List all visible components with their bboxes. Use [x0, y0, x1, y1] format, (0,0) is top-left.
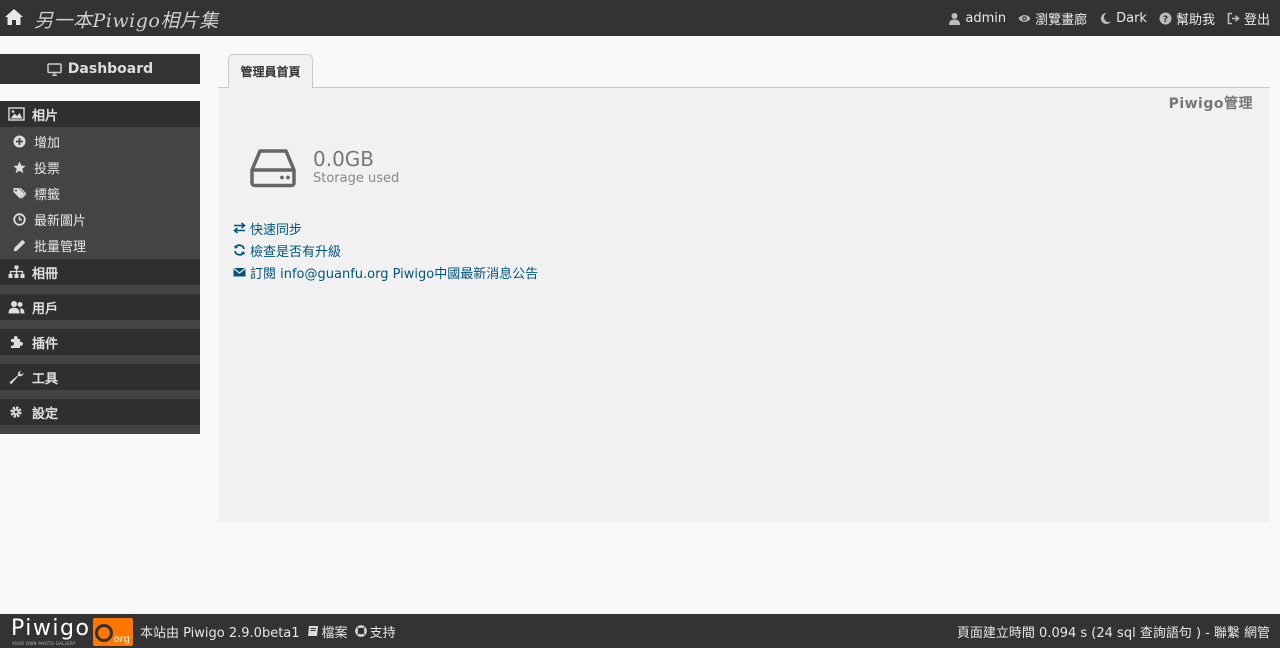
quick-links: 快速同步 檢查是否有升級 訂閱 info@guanfu.org Piwigo中國…	[233, 217, 538, 283]
menu-item-batch-manager-label: 批量管理	[34, 239, 87, 255]
menu-item-recent-photos[interactable]: 最新圖片	[0, 206, 200, 232]
menu-item-batch-manager[interactable]: 批量管理	[0, 232, 200, 258]
photos-submenu: 增加 投票 標籤 最新圖片 批量管理	[0, 127, 200, 259]
dark-theme-toggle[interactable]: Dark	[1099, 11, 1147, 26]
menu-divider	[0, 285, 200, 294]
menu-section-tools[interactable]: 工具	[0, 364, 200, 390]
menu-section-plugins-label: 插件	[32, 336, 59, 352]
clock-icon	[13, 212, 26, 226]
menu-section-users-label: 用戶	[32, 301, 59, 317]
menu-item-rating[interactable]: 投票	[0, 154, 200, 180]
menu-section-tools-label: 工具	[32, 371, 59, 387]
logo-suffix: org	[113, 634, 130, 645]
gear-icon	[10, 406, 22, 418]
dark-theme-label: Dark	[1116, 10, 1147, 26]
menu-section-albums-label: 相冊	[32, 266, 59, 282]
wrench-icon	[9, 370, 24, 384]
star-icon	[13, 161, 26, 173]
page-generation-time: 頁面建立時間 0.094 s (24 sql 查詢語句 ) -	[956, 625, 1210, 641]
storage-used-value: 0.0GB	[313, 147, 375, 171]
subscribe-newsletter-link[interactable]: 訂閱 info@guanfu.org Piwigo中國最新消息公告	[233, 261, 538, 283]
envelope-icon	[233, 268, 246, 277]
menu-item-add-label: 增加	[34, 135, 61, 151]
menu-item-tags[interactable]: 標籤	[0, 180, 200, 206]
docs-link[interactable]: 檔案	[307, 622, 348, 641]
menu-divider	[0, 355, 200, 364]
menu-divider	[0, 320, 200, 329]
menu-section-photos[interactable]: 相片	[0, 101, 200, 127]
main-content: Piwigo管理 0.0GB Storage used 快速同步 檢查是否有升級…	[218, 88, 1269, 522]
menu-item-recent-photos-label: 最新圖片	[34, 213, 87, 229]
sign-out-icon	[1227, 12, 1240, 24]
question-circle-icon: ?	[1159, 12, 1172, 25]
puzzle-icon	[11, 336, 23, 348]
eye-icon	[1018, 14, 1031, 22]
pencil-icon	[13, 239, 26, 251]
exchange-icon	[233, 222, 246, 234]
monitor-icon	[47, 62, 62, 76]
book-icon	[307, 626, 318, 636]
view-gallery-label: 瀏覽畫廊	[1035, 12, 1088, 28]
docs-label: 檔案	[321, 625, 348, 641]
subscribe-newsletter-label: 訂閱 info@guanfu.org Piwigo中國最新消息公告	[250, 266, 539, 282]
menu-item-tags-label: 標籤	[34, 187, 61, 203]
home-icon[interactable]	[4, 7, 24, 27]
check-upgrade-label: 檢查是否有升級	[250, 244, 342, 260]
tab-admin-home[interactable]: 管理員首頁	[228, 54, 313, 88]
support-label: 支持	[369, 625, 396, 641]
logout-label: 登出	[1243, 12, 1270, 28]
users-icon	[8, 301, 25, 314]
menu-item-add[interactable]: 增加	[0, 128, 200, 154]
quick-sync-link[interactable]: 快速同步	[233, 217, 538, 239]
footer-info: 本站由 Piwigo 2.9.0beta1 檔案 支持	[140, 614, 396, 648]
hdd-icon	[250, 149, 296, 188]
piwigo-logo[interactable]: Piwigo YOUR OWN PHOTO GALLERY org	[11, 616, 133, 647]
logo-badge: org	[93, 618, 133, 646]
menu-divider	[0, 390, 200, 399]
help-label: 幫助我	[1175, 12, 1215, 28]
menu-item-rating-label: 投票	[34, 161, 61, 177]
logout-link[interactable]: 登出	[1227, 9, 1270, 28]
menu-section-settings-label: 設定	[32, 406, 59, 422]
menu-section-photos-label: 相片	[32, 108, 59, 124]
sitemap-icon	[8, 265, 25, 278]
footer-stats: 頁面建立時間 0.094 s (24 sql 查詢語句 ) - 聯繫 網管	[957, 614, 1270, 648]
view-gallery-link[interactable]: 瀏覽畫廊	[1018, 9, 1087, 28]
contact-webmaster-link[interactable]: 聯繫 網管	[1214, 622, 1270, 641]
menu-divider	[0, 425, 200, 434]
dashboard-label: Dashboard	[67, 61, 154, 77]
check-upgrade-link[interactable]: 檢查是否有升級	[233, 239, 538, 261]
moon-icon	[1101, 12, 1112, 24]
logo-text: Piwigo	[11, 616, 91, 641]
support-link[interactable]: 支持	[354, 622, 396, 641]
admin-menu: 相片 增加 投票 標籤 最新圖片 批量管理 相冊 用戶 插件 工具 設定	[0, 101, 200, 434]
svg-text:?: ?	[1163, 15, 1168, 25]
top-bar: 另一本Piwigo相片集 admin 瀏覽畫廊 Dark ? 幫助我 登出	[0, 0, 1280, 36]
menu-section-plugins[interactable]: 插件	[0, 329, 200, 355]
storage-used-label: Storage used	[313, 171, 400, 186]
life-ring-icon	[354, 625, 367, 637]
help-link[interactable]: ? 幫助我	[1159, 9, 1215, 28]
quick-sync-label: 快速同步	[250, 222, 303, 238]
logo-ring	[95, 624, 113, 642]
user-icon	[949, 12, 961, 25]
menu-section-settings[interactable]: 設定	[0, 399, 200, 425]
menu-section-albums[interactable]: 相冊	[0, 259, 200, 285]
tags-icon	[13, 187, 26, 199]
image-icon	[8, 107, 25, 121]
gallery-title[interactable]: 另一本Piwigo相片集	[34, 6, 219, 33]
admin-user-label: admin	[965, 10, 1007, 26]
footer: Piwigo YOUR OWN PHOTO GALLERY org 本站由 Pi…	[0, 614, 1280, 648]
plus-circle-icon	[13, 135, 26, 147]
top-menu: admin 瀏覽畫廊 Dark ? 幫助我 登出	[948, 0, 1270, 36]
page-title: Piwigo管理	[1168, 96, 1253, 112]
admin-user-link[interactable]: admin	[948, 11, 1006, 26]
refresh-icon	[233, 244, 246, 256]
logo-tagline: YOUR OWN PHOTO GALLERY	[12, 641, 76, 646]
dashboard-button[interactable]: Dashboard	[0, 54, 200, 84]
powered-by-text[interactable]: 本站由 Piwigo 2.9.0beta1	[140, 622, 300, 641]
menu-section-users[interactable]: 用戶	[0, 294, 200, 320]
